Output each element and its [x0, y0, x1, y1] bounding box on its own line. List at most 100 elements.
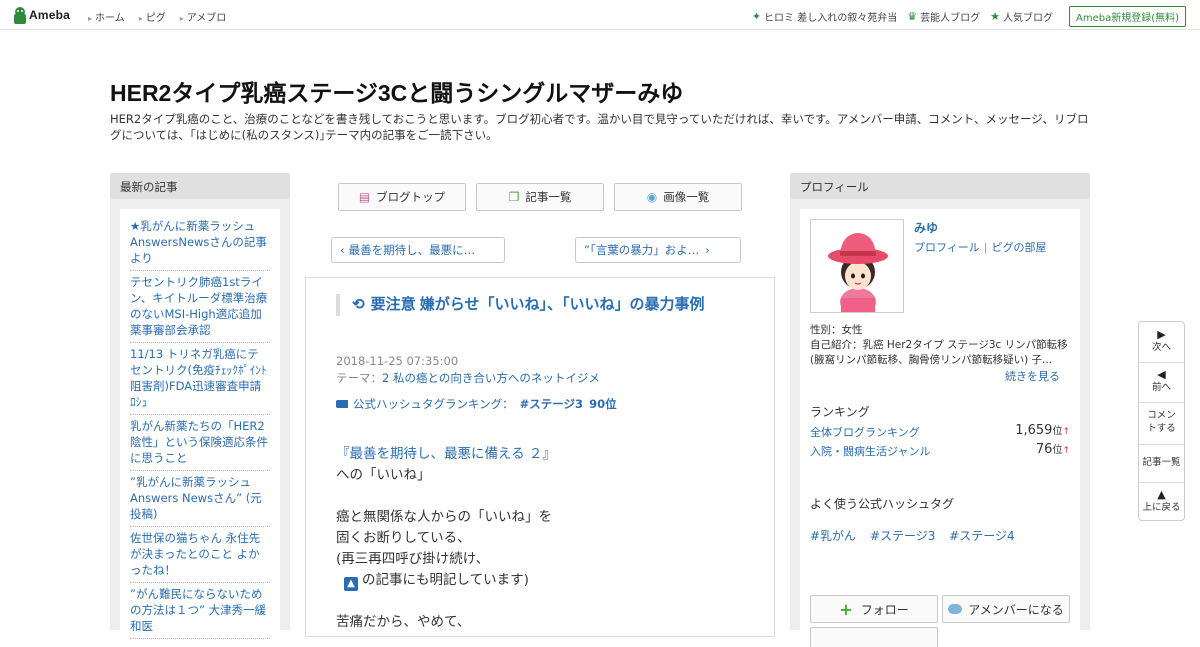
- hashtag-list: #乳がん #ステージ3 #ステージ4: [810, 527, 1025, 544]
- copy-icon: ❐: [508, 190, 520, 204]
- recent-articles-heading: 最新の記事: [110, 173, 290, 199]
- celebrity-blog-label: 芸能人ブログ: [920, 13, 981, 24]
- hashtag-link[interactable]: #ステージ3: [870, 529, 935, 543]
- nav-pig[interactable]: ピグ: [139, 9, 166, 24]
- tab-image-list-label: 画像一覧: [663, 190, 710, 204]
- ranking-number: 76: [1035, 442, 1053, 457]
- amember-button[interactable]: アメンバーになる: [942, 595, 1070, 623]
- rank-up-icon: ↑: [1062, 427, 1070, 437]
- hashtag-link[interactable]: #ステージ4: [949, 529, 1014, 543]
- recent-article-link[interactable]: ★乳がんに新薬ラッシュ AnswersNewsさんの記事より: [130, 215, 270, 271]
- triangle-right-icon: ▶: [1157, 328, 1166, 341]
- ranking-heading: ランキング: [810, 405, 870, 419]
- ranking-label[interactable]: 入院・闘病生活ジャンル: [810, 445, 930, 458]
- triangle-left-icon: ◀: [1157, 368, 1166, 381]
- quoted-article-link[interactable]: 『最善を期待し、最悪に備える ２』: [336, 444, 556, 465]
- star-icon: ★: [990, 10, 1000, 23]
- hashtag-heading: よく使う公式ハッシュタグ: [810, 497, 955, 511]
- float-list-button[interactable]: 記事一覧: [1139, 456, 1184, 469]
- ranking-row-genre: 入院・闘病生活ジャンル 76位↑: [810, 441, 1070, 459]
- floating-nav: ▶ 次へ ◀ 前へ コメントする 記事一覧 ▲ 上に戻る: [1138, 321, 1185, 521]
- float-comment-button[interactable]: コメントする: [1139, 409, 1184, 435]
- ranking-label[interactable]: 全体ブログランキング: [810, 426, 920, 439]
- body-line: 癌と無関係な人からの「いいね」を: [336, 509, 552, 525]
- article: ⟲ 要注意 嫌がらせ「いいね」、「いいね」の暴力事例 2018-11-25 07:…: [305, 277, 775, 637]
- article-theme: テーマ：2 私の癌との向き合い方へのネットイジメ: [336, 370, 600, 386]
- pig-room-link[interactable]: ピグの部屋: [992, 241, 1047, 254]
- float-prev-button[interactable]: ◀ 前へ: [1139, 368, 1184, 394]
- recent-article-link[interactable]: ”がん難民にならないための方法は１つ” 大津秀一緩和医: [130, 583, 270, 639]
- plus-icon: +: [839, 599, 853, 619]
- celebrity-blog-link[interactable]: ♛ 芸能人ブログ: [907, 9, 980, 24]
- article-body: 『最善を期待し、最悪に備える ２』 への「いいね」 癌と無関係な人からの「いいね…: [336, 444, 556, 633]
- tab-article-list[interactable]: ❐ 記事一覧: [476, 183, 604, 211]
- profile-name[interactable]: みゆ: [914, 219, 938, 236]
- chat-bubble-icon: [948, 604, 963, 614]
- recent-article-link[interactable]: 乳がん新薬たちの「HER2陰性」という保険適応条件 に思うこと: [130, 415, 270, 471]
- article-date: 2018-11-25 07:35:00: [336, 354, 459, 368]
- recent-article-link[interactable]: 佐世保の猫ちゃん 永住先が決まったとのこと よかったね！: [130, 527, 270, 583]
- popular-blog-link[interactable]: ★ 人気ブログ: [990, 9, 1053, 24]
- ameba-logo-icon: [14, 6, 26, 24]
- register-button[interactable]: Ameba新規登録(無料): [1068, 6, 1186, 27]
- document-icon: ▤: [358, 190, 371, 204]
- top-bar: Ameba ホーム ピグ アメブロ ✦ヒロミ 差し入れの叙々苑弁当 ♛芸能人ブロ…: [0, 0, 1200, 30]
- avatar[interactable]: [810, 219, 904, 313]
- recent-articles-list: ★乳がんに新薬ラッシュ AnswersNewsさんの記事より テセントリク肺癌1…: [130, 215, 270, 639]
- ranking-number: 1,659: [1015, 423, 1053, 438]
- follow-button[interactable]: + フォロー: [810, 595, 938, 623]
- float-comment-label: コメントする: [1147, 410, 1176, 434]
- prev-article-label: 最善を期待し、最悪に…: [348, 243, 476, 257]
- theme-link[interactable]: 2 私の癌との向き合い方へのネットイジメ: [382, 371, 600, 385]
- rank-up-icon: ↑: [1062, 446, 1070, 456]
- partial-button[interactable]: [810, 627, 938, 647]
- chevron-right-icon: ›: [705, 243, 710, 257]
- body-line: (再三再四呼び掛け続け、: [336, 551, 490, 567]
- tab-blog-top[interactable]: ▤ ブログトップ: [338, 183, 466, 211]
- follow-label: フォロー: [860, 602, 909, 617]
- recent-article-link[interactable]: 11/13 トリネガ乳癌にテセントリク(免疫ﾁｪｯｸﾎﾟｲﾝﾄ阻害剤)FDA迅速…: [130, 343, 270, 415]
- next-article-label: ”「言葉の暴力」およ…: [584, 243, 700, 257]
- recent-article-link[interactable]: テセントリク肺癌1stライン、キイトルーダ標準治療のないMSI-High適応追加…: [130, 271, 270, 343]
- avatar-illustration: [828, 233, 888, 312]
- ranking-row-overall: 全体ブログランキング 1,659位↑: [810, 423, 1070, 440]
- float-list-label: 記事一覧: [1142, 457, 1181, 468]
- hashtag-ranking[interactable]: 公式ハッシュタグランキング： #ステージ3 90位: [336, 396, 617, 412]
- profile-link[interactable]: プロフィール: [914, 241, 980, 254]
- amember-label: アメンバーになる: [968, 602, 1064, 617]
- prev-article-button[interactable]: ‹ 最善を期待し、最悪に…: [331, 237, 505, 263]
- recent-articles-panel: 最新の記事 ★乳がんに新薬ラッシュ AnswersNewsさんの記事より テセン…: [110, 173, 290, 639]
- float-next-label: 次へ: [1151, 342, 1171, 353]
- article-title-text: 要注意 嫌がらせ「いいね」、「いいね」の暴力事例: [370, 296, 705, 313]
- profile-panel: プロフィール みゆ プロフィール | ピグの部屋 性別：女性 自己紹介：乳癌 Her…: [790, 173, 1090, 647]
- nav-home[interactable]: ホーム: [88, 9, 125, 24]
- nav-ameblo[interactable]: アメブロ: [180, 9, 227, 24]
- see-more-link[interactable]: 続きを見る: [1005, 368, 1060, 384]
- top-right-links: ✦ ヒロミ 差し入れの叙々苑弁当 ♛ 芸能人ブログ ★ 人気ブログ Ameba新規登録…: [742, 6, 1186, 27]
- next-article-button[interactable]: ”「言葉の暴力」およ… ›: [575, 237, 741, 263]
- float-top-label: 上に戻る: [1142, 502, 1181, 513]
- ameba-logo[interactable]: Ameba: [14, 6, 70, 24]
- triangle-up-icon: ▲: [1157, 488, 1166, 501]
- body-line: 固くお断りしている、: [336, 530, 471, 546]
- float-prev-label: 前へ: [1151, 382, 1171, 393]
- profile-heading: プロフィール: [790, 173, 1090, 199]
- reblog-icon: ⟲: [352, 296, 365, 313]
- body-line: の記事にも明記しています): [362, 572, 529, 588]
- article-title[interactable]: ⟲ 要注意 嫌がらせ「いいね」、「いいね」の暴力事例: [336, 294, 746, 316]
- ranking-value: 76位↑: [1036, 441, 1070, 457]
- blog-description: HER2タイプ乳癌のこと、治療のことなどを書き残しておこうと思います。ブログ初心…: [110, 112, 1089, 142]
- recent-article-link[interactable]: ”乳がんに新薬ラッシュ Answers Newsさん” (元投稿): [130, 471, 270, 527]
- up-arrow-icon: ▲: [344, 577, 358, 591]
- float-top-button[interactable]: ▲ 上に戻る: [1139, 488, 1184, 514]
- hashtag-link[interactable]: #乳がん: [810, 529, 856, 543]
- float-next-button[interactable]: ▶ 次へ: [1139, 328, 1184, 354]
- top-nav: ホーム ピグ アメブロ: [88, 9, 240, 24]
- profile-text: 性別：女性 自己紹介：乳癌 Her2タイプ ステージ3c リンパ節転移 (腋窩リ…: [810, 323, 1072, 368]
- tab-image-list[interactable]: ◉ 画像一覧: [614, 183, 742, 211]
- popular-blog-label: 人気ブログ: [1002, 13, 1053, 24]
- news-link[interactable]: ✦ ヒロミ 差し入れの叙々苑弁当: [752, 9, 897, 24]
- blog-title[interactable]: HER2タイプ乳癌ステージ3Cと闘うシングルマザーみゆ: [110, 74, 683, 108]
- profile-intro: 自己紹介：乳癌 Her2タイプ ステージ3c リンパ節転移 (腋窩リンパ節転移、…: [810, 339, 1068, 366]
- article-pager: ‹ 最善を期待し、最悪に… ”「言葉の暴力」およ… ›: [331, 237, 741, 263]
